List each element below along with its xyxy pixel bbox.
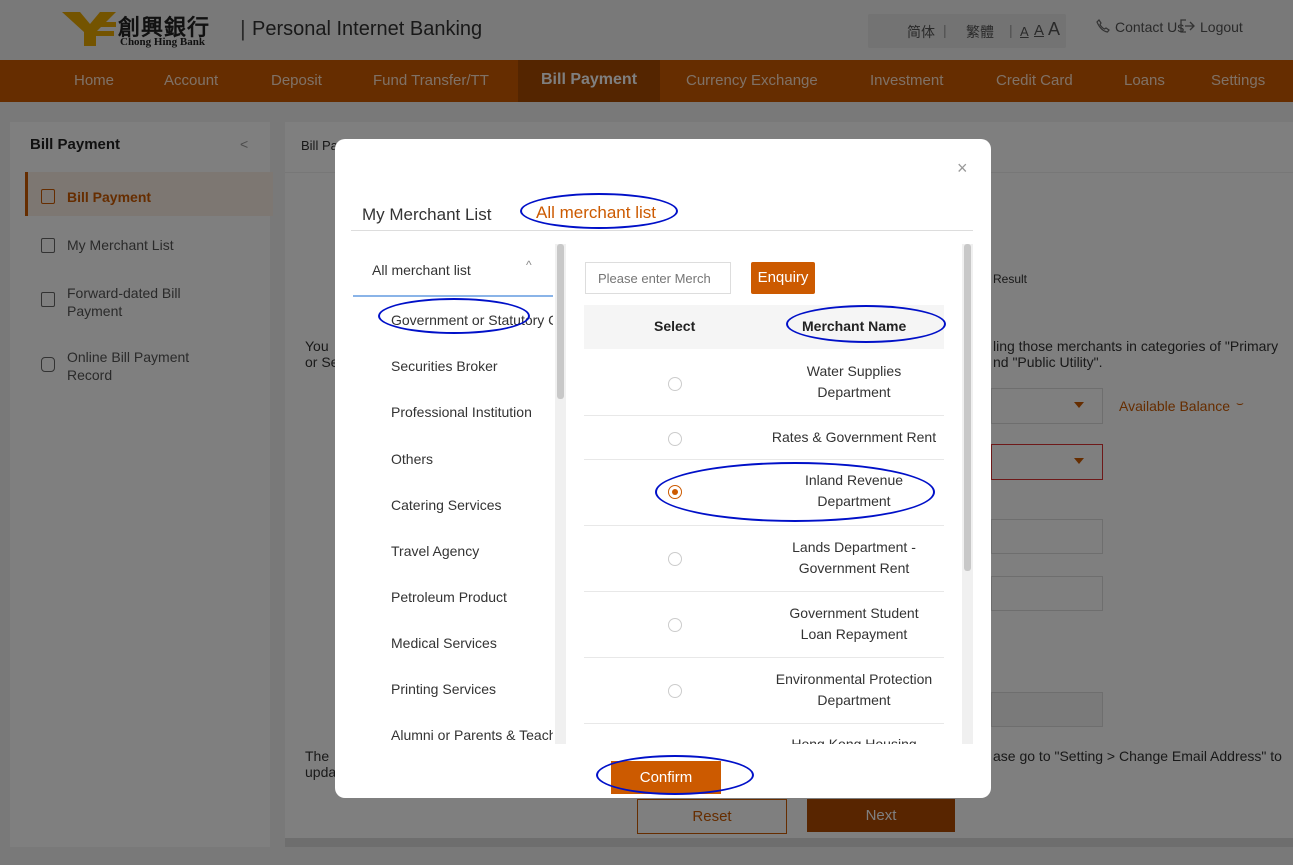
merchant-name: Environmental Protection Department — [764, 669, 944, 711]
category-medical-services[interactable]: Medical Services — [391, 635, 497, 651]
merchant-list: Water Supplies Department Rates & Governm… — [584, 350, 944, 744]
table-row[interactable]: Government Student Loan Repayment — [584, 592, 944, 657]
merchant-name: Water Supplies Department — [764, 361, 944, 403]
merchant-name-line: Department — [817, 692, 891, 708]
merchant-scroll-thumb[interactable] — [964, 244, 971, 571]
tab-divider — [351, 230, 973, 231]
annotation-ellipse — [378, 298, 530, 334]
merchant-name: Rates & Government Rent — [764, 427, 944, 448]
category-list: Government or Statutory C Securities Bro… — [353, 300, 553, 743]
merchant-radio[interactable] — [668, 377, 682, 391]
category-securities-broker[interactable]: Securities Broker — [391, 358, 498, 374]
category-travel-agency[interactable]: Travel Agency — [391, 543, 479, 559]
category-header[interactable]: All merchant list — [372, 262, 471, 278]
category-header-underline — [353, 295, 553, 297]
enquiry-button[interactable]: Enquiry — [751, 262, 815, 294]
merchant-radio[interactable] — [668, 684, 682, 698]
annotation-ellipse — [596, 755, 754, 795]
table-row[interactable]: Hong Kong Housing — [584, 724, 944, 744]
category-others[interactable]: Others — [391, 451, 433, 467]
category-petroleum-product[interactable]: Petroleum Product — [391, 589, 507, 605]
merchant-search-input[interactable] — [585, 262, 731, 294]
category-professional-institution[interactable]: Professional Institution — [391, 404, 532, 420]
tab-my-merchant-list[interactable]: My Merchant List — [362, 205, 491, 225]
merchant-name: Government Student Loan Repayment — [764, 603, 944, 645]
annotation-ellipse — [786, 305, 946, 343]
merchant-name-line: Government Rent — [798, 560, 910, 576]
annotation-ellipse — [520, 193, 678, 229]
merchant-name-line: Hong Kong Housing — [791, 736, 917, 744]
close-icon[interactable]: × — [957, 158, 968, 179]
annotation-ellipse — [655, 462, 935, 522]
merchant-name-line: Water Supplies — [806, 363, 902, 379]
col-select-header: Select — [654, 318, 696, 334]
merchant-name-line: Lands Department - — [792, 539, 916, 555]
chevron-up-icon[interactable]: ^ — [526, 258, 532, 272]
merchant-name-line: Government Student — [789, 605, 919, 621]
category-alumni-parents[interactable]: Alumni or Parents & Teach — [391, 727, 553, 743]
category-printing-services[interactable]: Printing Services — [391, 681, 496, 697]
category-catering-services[interactable]: Catering Services — [391, 497, 502, 513]
table-row[interactable]: Environmental Protection Department — [584, 658, 944, 723]
category-scroll-thumb[interactable] — [557, 244, 564, 399]
merchant-radio[interactable] — [668, 618, 682, 632]
merchant-name-line: Loan Repayment — [800, 626, 908, 642]
merchant-name-line: Environmental Protection — [775, 671, 933, 687]
table-row[interactable]: Rates & Government Rent — [584, 416, 944, 459]
table-row[interactable]: Water Supplies Department — [584, 350, 944, 415]
merchant-name-line: Department — [817, 384, 891, 400]
merchant-radio[interactable] — [668, 552, 682, 566]
merchant-radio[interactable] — [668, 432, 682, 446]
merchant-name-line: Rates & Government Rent — [771, 429, 937, 445]
merchant-name: Lands Department - Government Rent — [764, 537, 944, 579]
merchant-name: Hong Kong Housing — [764, 734, 944, 744]
table-row[interactable]: Lands Department - Government Rent — [584, 526, 944, 591]
